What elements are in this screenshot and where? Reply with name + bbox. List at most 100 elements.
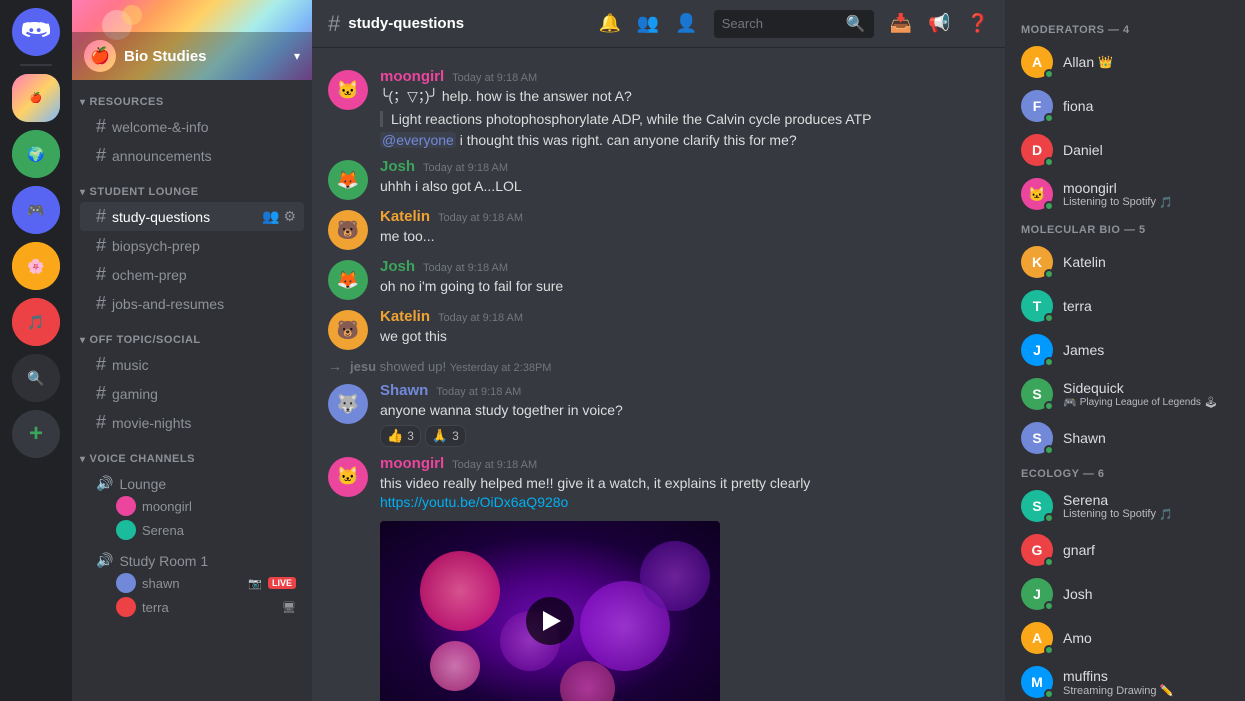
message-text: we got this [380, 327, 989, 347]
members-icon[interactable]: 👥 [637, 13, 659, 34]
message-author: Shawn [380, 382, 428, 399]
avatar-shawn-sidebar: S [1021, 422, 1053, 454]
server-icon-5[interactable]: 🎵 [12, 298, 60, 346]
channel-sidebar: 🍎 Bio Studies ▾ ▾ RESOURCES # welcome-&-… [72, 0, 312, 701]
member-james[interactable]: J James [1013, 328, 1237, 372]
message-header: Katelin Today at 9:18 AM [380, 308, 989, 325]
member-sidequick[interactable]: S Sidequick 🎮 Playing League of Legends … [1013, 372, 1237, 416]
voice-channel-study-room-1[interactable]: 🔊 Study Room 1 shawn 📷 LIVE terra 🖥 [80, 546, 304, 623]
member-josh-sidebar[interactable]: J Josh [1013, 572, 1237, 616]
member-info: Josh [1063, 586, 1229, 602]
reaction-count: 3 [452, 429, 459, 443]
chat-messages: 🐱 moongirl Today at 9:18 AM ╰(；▽；)╯ help… [312, 48, 1005, 701]
inbox-icon[interactable]: 📥 [890, 13, 912, 34]
search-icon: 🔍 [846, 14, 866, 34]
voice-user-terra[interactable]: terra 🖥 [96, 595, 296, 619]
help-icon[interactable]: ❓ [967, 13, 989, 34]
user-add-icon[interactable]: 👤 [675, 13, 697, 34]
message-author: Josh [380, 258, 415, 275]
category-resources[interactable]: ▾ RESOURCES [72, 80, 312, 112]
channel-announcements[interactable]: # announcements [80, 141, 304, 170]
member-allan[interactable]: A Allan 👑 [1013, 40, 1237, 84]
status-online [1044, 601, 1054, 611]
video-preview[interactable] [380, 521, 720, 701]
member-gnarf[interactable]: G gnarf [1013, 528, 1237, 572]
member-moongirl-sidebar[interactable]: 🐱 moongirl Listening to Spotify 🎵 [1013, 172, 1237, 216]
member-shawn-sidebar[interactable]: S Shawn [1013, 416, 1237, 460]
member-muffins[interactable]: M muffins Streaming Drawing ✏️ [1013, 660, 1237, 701]
channel-movie-nights[interactable]: # movie-nights [80, 408, 304, 437]
member-info: James [1063, 342, 1229, 358]
channel-welcome[interactable]: # welcome-&-info [80, 112, 304, 141]
channel-gaming[interactable]: # gaming [80, 379, 304, 408]
status-online [1044, 401, 1054, 411]
category-arrow: ▾ [80, 187, 86, 198]
message-1: 🐱 moongirl Today at 9:18 AM ╰(；▽；)╯ help… [312, 64, 1005, 154]
server-dropdown-icon[interactable]: ▾ [294, 49, 300, 63]
voice-user-shawn[interactable]: shawn 📷 LIVE [96, 571, 296, 595]
add-member-icon[interactable]: 👥 [262, 208, 279, 225]
status-online [1044, 113, 1054, 123]
voice-user[interactable]: Serena [96, 518, 296, 542]
status-online [1044, 269, 1054, 279]
channel-ochem-prep[interactable]: # ochem-prep [80, 260, 304, 289]
member-fiona[interactable]: F fiona [1013, 84, 1237, 128]
channel-music[interactable]: # music [80, 350, 304, 379]
member-info: Amo [1063, 630, 1229, 646]
video-icon: 📷 [248, 577, 262, 590]
mention: @everyone [380, 132, 456, 148]
member-info: fiona [1063, 98, 1229, 114]
message-7: 🐱 moongirl Today at 9:18 AM this video r… [312, 451, 1005, 701]
member-katelin-sidebar[interactable]: K Katelin [1013, 240, 1237, 284]
reaction-thumbsup[interactable]: 👍 3 [380, 425, 421, 447]
reaction-emoji: 👍 [387, 428, 403, 444]
member-subtext: Streaming Drawing ✏️ [1063, 684, 1229, 697]
channel-jobs-resumes[interactable]: # jobs-and-resumes [80, 289, 304, 318]
member-daniel[interactable]: D Daniel [1013, 128, 1237, 172]
message-author: Josh [380, 158, 415, 175]
play-button[interactable] [526, 597, 574, 645]
avatar-josh-sidebar: J [1021, 578, 1053, 610]
voice-user[interactable]: moongirl [96, 494, 296, 518]
channel-biopsych-prep[interactable]: # biopsych-prep [80, 231, 304, 260]
bell-icon[interactable]: 🔔 [598, 13, 620, 34]
add-server-button[interactable]: + [12, 410, 60, 458]
member-name: Amo [1063, 630, 1229, 646]
avatar-gnarf: G [1021, 534, 1053, 566]
server-icon-6[interactable]: 🔍 [12, 354, 60, 402]
voice-channel-name: Lounge [119, 476, 166, 492]
member-serena[interactable]: S Serena Listening to Spotify 🎵 [1013, 484, 1237, 528]
server-icon-4[interactable]: 🌸 [12, 242, 60, 290]
category-student-lounge[interactable]: ▾ STUDENT LOUNGE [72, 170, 312, 202]
member-subtext: Listening to Spotify 🎵 [1063, 508, 1229, 521]
voice-channel-name: Study Room 1 [119, 553, 208, 569]
reaction-pray[interactable]: 🙏 3 [425, 425, 466, 447]
message-content: Josh Today at 9:18 AM oh no i'm going to… [380, 258, 989, 300]
video-link[interactable]: https://youtu.be/OiDx6aQ928o [380, 493, 989, 513]
category-voice[interactable]: ▾ VOICE CHANNELS [72, 437, 312, 469]
video-url[interactable]: https://youtu.be/OiDx6aQ928o [380, 494, 568, 510]
hash-icon: # [96, 264, 106, 285]
user-avatar-moongirl [116, 496, 136, 516]
search-box[interactable]: Search 🔍 [714, 10, 874, 38]
server-icon-2[interactable]: 🌍 [12, 130, 60, 178]
settings-icon[interactable]: ⚙ [283, 208, 296, 225]
member-terra[interactable]: T terra [1013, 284, 1237, 328]
message-header: moongirl Today at 9:18 AM [380, 455, 989, 472]
message-header: moongirl Today at 9:18 AM [380, 68, 989, 85]
member-info: Allan 👑 [1063, 54, 1229, 70]
status-online [1044, 313, 1054, 323]
discord-home-button[interactable] [12, 8, 60, 56]
member-info: Sidequick 🎮 Playing League of Legends 🕹 [1063, 380, 1229, 409]
reaction-count: 3 [407, 429, 414, 443]
channel-study-questions[interactable]: # study-questions 👥 ⚙ [80, 202, 304, 231]
server-icon-bio-studies[interactable]: 🍎 [12, 74, 60, 122]
member-name: Katelin [1063, 254, 1229, 270]
member-info: gnarf [1063, 542, 1229, 558]
category-offtopic[interactable]: ▾ OFF TOPIC/SOCIAL [72, 318, 312, 350]
voice-channel-lounge[interactable]: 🔊 Lounge moongirl Serena [80, 469, 304, 546]
member-amo[interactable]: A Amo [1013, 616, 1237, 660]
message-4: 🦊 Josh Today at 9:18 AM oh no i'm going … [312, 254, 1005, 304]
discord-news-icon[interactable]: 📢 [928, 13, 950, 34]
server-icon-3[interactable]: 🎮 [12, 186, 60, 234]
